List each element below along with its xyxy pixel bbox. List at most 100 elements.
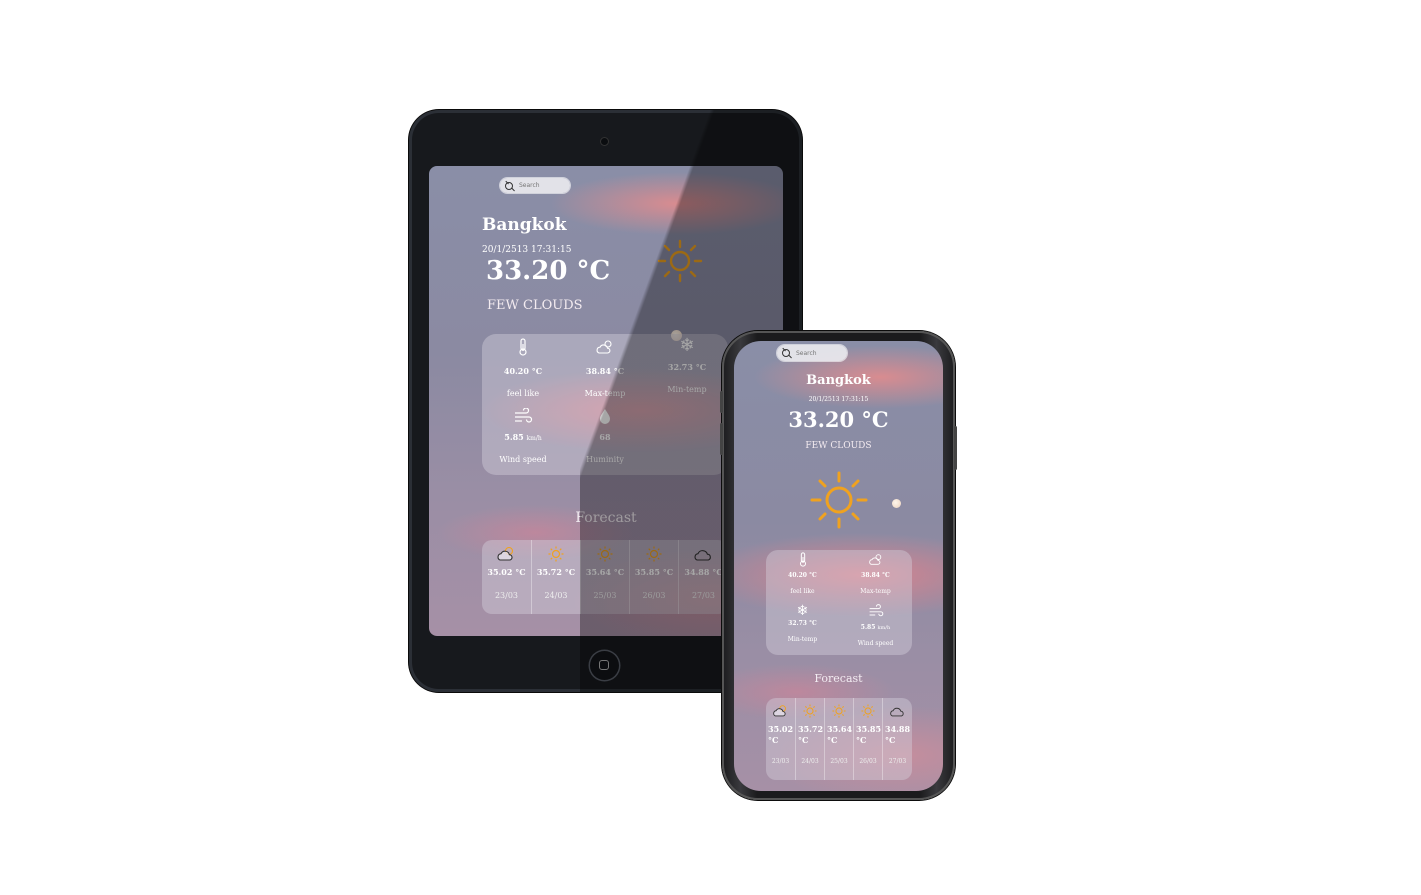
forecast-day: 35.64 °C 25/03 [825, 698, 854, 780]
wind-value: 5.85 [860, 624, 876, 631]
forecast-date: 24/03 [801, 758, 819, 765]
moon [892, 499, 901, 508]
sun-icon [803, 704, 817, 718]
side-button [720, 391, 723, 413]
forecast-temp: 35.72 °C [798, 724, 824, 745]
home-button[interactable] [590, 651, 619, 680]
search-input[interactable] [796, 349, 848, 357]
forecast-day: 35.02 °C 23/03 [766, 698, 796, 780]
humidity-label: Huminity [586, 455, 624, 464]
phone-device: Bangkok 20/1/2513 17:31:15 33.20 °C FEW … [720, 331, 957, 800]
condition-text: FEW CLOUDS [487, 298, 583, 313]
cloud-sun-icon [497, 546, 513, 561]
feel-like-cell: 40.20 °C feel like [766, 552, 839, 595]
side-button [720, 423, 723, 455]
min-temp-cell: ❄ 32.73 °C Min-temp [766, 603, 839, 643]
date-time: 20/1/2513 17:31:15 [808, 396, 869, 403]
forecast-date: 25/03 [830, 758, 848, 765]
wind-value-row: 5.85 km/h [839, 624, 912, 631]
forecast-card: 35.02 °C 23/03 35.72 °C 24/03 35.64 °C 2… [766, 698, 912, 780]
sun-icon [548, 546, 564, 562]
feel-like-value: 40.20 °C [503, 366, 543, 376]
cloud-icon [889, 707, 904, 717]
cloud-sun-icon [596, 340, 612, 354]
forecast-temp: 35.72 °C [536, 567, 576, 577]
cloud-sun-icon [772, 705, 786, 717]
min-temp-label: Min-temp [667, 385, 707, 394]
forecast-title: Forecast [814, 672, 863, 685]
wind-cell: 5.85 km/h Wind speed [482, 407, 564, 464]
details-card: 40.20 °C feel like 38.84 °C Max-temp ❄ 3… [766, 550, 912, 655]
min-temp-label: Min-temp [787, 636, 818, 643]
thermometer-icon [519, 338, 527, 356]
forecast-date: 27/03 [691, 591, 716, 600]
search-input[interactable] [519, 182, 571, 189]
search-bar[interactable] [500, 178, 571, 193]
feel-like-value: 40.20 °C [788, 572, 817, 579]
forecast-day: 35.02 °C 23/03 [482, 540, 532, 614]
forecast-temp: 34.88 °C [885, 724, 911, 745]
max-temp-label: Max-temp [584, 389, 626, 398]
wind-label: Wind speed [499, 455, 547, 464]
forecast-temp: 35.64 °C [585, 567, 625, 577]
min-temp-cell: ❄ 32.73 °C Min-temp [646, 335, 728, 395]
max-temp-cell: 38.84 °C Max-temp [564, 338, 646, 398]
search-bar[interactable] [777, 345, 848, 361]
forecast-card: 35.02 °C 23/03 35.72 °C 24/03 35.64 °C 2… [482, 540, 728, 614]
forecast-day: 34.88 °C 27/03 [883, 698, 912, 780]
forecast-date: 24/03 [544, 591, 568, 600]
max-temp-value: 38.84 °C [861, 572, 890, 579]
sun-icon [657, 239, 703, 283]
forecast-temp: 35.85 °C [634, 567, 674, 577]
search-icon [782, 349, 792, 359]
wind-unit: km/h [526, 435, 542, 442]
forecast-temp: 35.85 °C [856, 724, 882, 745]
forecast-date: 27/03 [888, 758, 907, 765]
min-temp-value: 32.73 °C [667, 362, 707, 372]
city-name: Bangkok [482, 215, 567, 235]
humidity-value: 68 [599, 432, 611, 442]
wind-cell: 5.85 km/h Wind speed [839, 603, 912, 647]
current-temp: 33.20 °C [486, 256, 611, 286]
feel-like-cell: 40.20 °C feel like [482, 338, 564, 398]
details-card: 40.20 °C feel like 38.84 °C Max-temp ❄ 3… [482, 334, 728, 475]
feel-like-label: feel like [790, 588, 815, 595]
cloud-icon [694, 550, 711, 561]
tablet-camera [601, 138, 608, 145]
city-name: Bangkok [806, 373, 871, 388]
snowflake-icon: ❄ [796, 603, 809, 619]
forecast-day: 35.72 °C 24/03 [796, 698, 825, 780]
current-temp: 33.20 °C [788, 407, 889, 432]
wind-icon [869, 604, 883, 617]
sun-icon [597, 546, 613, 562]
side-button [954, 426, 957, 470]
min-temp-value: 32.73 °C [788, 620, 817, 627]
forecast-date: 26/03 [642, 591, 666, 600]
forecast-temp: 34.88 °C [684, 567, 723, 577]
forecast-date: 23/03 [494, 591, 519, 600]
forecast-day: 35.85 °C 26/03 [854, 698, 883, 780]
forecast-day: 35.85 °C 26/03 [630, 540, 679, 614]
cloud-sun-icon [868, 554, 881, 565]
forecast-temp: 35.02 °C [487, 567, 526, 577]
sun-icon [832, 704, 846, 718]
sun-icon [861, 704, 875, 718]
snowflake-icon: ❄ [679, 335, 695, 356]
wind-value-row: 5.85 km/h [482, 432, 564, 442]
sun-icon [646, 546, 662, 562]
wind-icon [515, 407, 533, 423]
max-temp-label: Max-temp [860, 588, 891, 595]
forecast-day: 35.64 °C 25/03 [581, 540, 630, 614]
thermometer-icon [799, 552, 806, 567]
forecast-date: 25/03 [593, 591, 617, 600]
humidity-cell: 68 Huminity [564, 408, 646, 464]
wind-unit: km/h [877, 625, 891, 631]
search-icon [505, 181, 515, 192]
phone-screen: Bangkok 20/1/2513 17:31:15 33.20 °C FEW … [734, 341, 943, 791]
max-temp-cell: 38.84 °C Max-temp [839, 552, 912, 595]
feel-like-label: feel like [506, 389, 540, 398]
forecast-temp: 35.02 °C [768, 724, 794, 745]
wind-value: 5.85 [504, 432, 524, 442]
forecast-day: 35.72 °C 24/03 [532, 540, 581, 614]
condition-text: FEW CLOUDS [805, 441, 872, 451]
